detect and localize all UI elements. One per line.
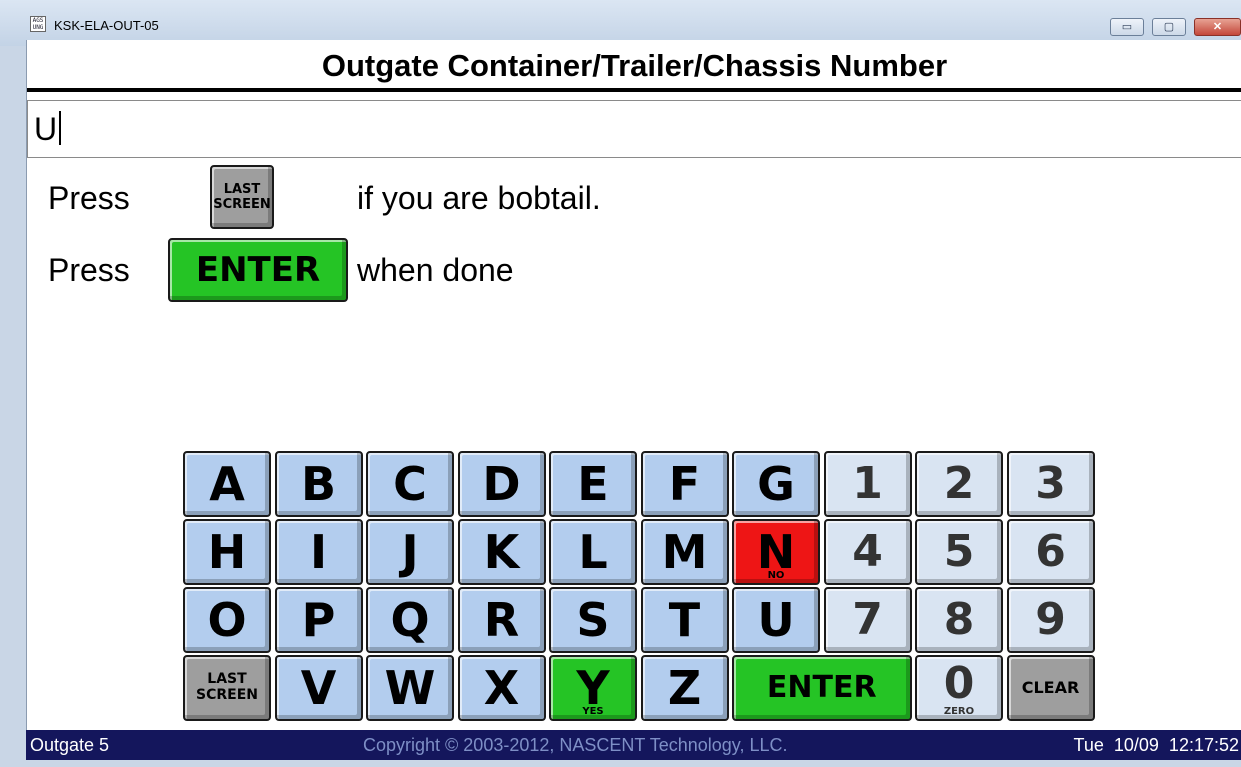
key-t-button[interactable]: T xyxy=(640,587,729,653)
key-n-button[interactable]: N NO xyxy=(732,519,820,585)
key-2-button[interactable]: 2 xyxy=(915,451,1003,517)
key-o-button[interactable]: O xyxy=(183,587,271,653)
key-j-button[interactable]: J xyxy=(366,519,454,585)
key-r-button[interactable]: R xyxy=(457,587,546,653)
key-f-button[interactable]: F xyxy=(640,451,729,517)
maximize-button[interactable]: ▢ xyxy=(1152,18,1186,36)
gate-name: Outgate 5 xyxy=(30,735,110,755)
minimize-icon: ▭ xyxy=(1121,21,1133,33)
instruction-press-2: Press xyxy=(48,252,130,288)
key-z-button[interactable]: Z xyxy=(640,655,729,721)
key-y-button[interactable]: Y YES xyxy=(549,655,637,721)
key-g-button[interactable]: G xyxy=(732,451,820,517)
key-m-button[interactable]: M xyxy=(640,519,729,585)
key-c-button[interactable]: C xyxy=(366,451,454,517)
copyright-text: Copyright © 2003-2012, NASCENT Technolog… xyxy=(363,735,788,755)
maximize-icon: ▢ xyxy=(1163,21,1175,33)
key-h-button[interactable]: H xyxy=(183,519,271,585)
key-1-button[interactable]: 1 xyxy=(823,451,912,517)
key-sub-label: NO xyxy=(767,570,785,581)
key-3-button[interactable]: 3 xyxy=(1006,451,1095,517)
instruction-done-text: when done xyxy=(357,252,514,288)
key-7-button[interactable]: 7 xyxy=(823,587,912,653)
window-title: KSK-ELA-OUT-05 xyxy=(54,18,159,33)
kiosk-screen: Outgate Container/Trailer/Chassis Number… xyxy=(26,40,1241,730)
key-last-screen-button[interactable]: LAST SCREEN xyxy=(183,655,271,721)
kiosk-window: AGS UNG KSK-ELA-OUT-05 ▭ ▢ ✕ Outgate Cont… xyxy=(0,0,1241,767)
key-u-button[interactable]: U xyxy=(732,587,820,653)
key-clear-button[interactable]: CLEAR xyxy=(1006,655,1095,721)
instruction-enter-key: ENTER xyxy=(168,238,348,302)
key-e-button[interactable]: E xyxy=(549,451,637,517)
input-value: U xyxy=(34,109,62,149)
page-title: Outgate Container/Trailer/Chassis Number xyxy=(321,48,948,83)
instruction-bobtail-text: if you are bobtail. xyxy=(357,180,601,216)
key-6-button[interactable]: 6 xyxy=(1006,519,1095,585)
key-p-button[interactable]: P xyxy=(274,587,363,653)
key-b-button[interactable]: B xyxy=(274,451,363,517)
datetime: Tue 10/09 12:17:52 xyxy=(1073,735,1239,755)
key-5-button[interactable]: 5 xyxy=(915,519,1003,585)
close-button[interactable]: ✕ xyxy=(1194,18,1241,36)
key-q-button[interactable]: Q xyxy=(366,587,454,653)
key-i-button[interactable]: I xyxy=(274,519,363,585)
title-divider xyxy=(27,88,1241,92)
key-k-button[interactable]: K xyxy=(457,519,546,585)
key-v-button[interactable]: V xyxy=(274,655,363,721)
key-enter-button[interactable]: ENTER xyxy=(732,655,912,721)
key-8-button[interactable]: 8 xyxy=(915,587,1003,653)
text-caret xyxy=(59,111,62,145)
window-bottom-border xyxy=(0,760,1241,767)
key-w-button[interactable]: W xyxy=(366,655,454,721)
status-bar: Outgate 5 Copyright © 2003-2012, NASCENT… xyxy=(26,730,1241,760)
key-l-button[interactable]: L xyxy=(549,519,637,585)
container-number-input[interactable]: U xyxy=(27,100,1241,158)
close-icon: ✕ xyxy=(1212,21,1223,33)
instruction-press-1: Press xyxy=(48,180,130,216)
key-0-button[interactable]: 0 ZERO xyxy=(915,655,1003,721)
key-9-button[interactable]: 9 xyxy=(1006,587,1095,653)
key-4-button[interactable]: 4 xyxy=(823,519,912,585)
app-icon: AGS UNG xyxy=(30,16,46,32)
key-sub-label: YES xyxy=(582,706,604,717)
key-sub-label: ZERO xyxy=(943,706,975,717)
key-s-button[interactable]: S xyxy=(549,587,637,653)
minimize-button[interactable]: ▭ xyxy=(1110,18,1144,36)
key-a-button[interactable]: A xyxy=(183,451,271,517)
key-x-button[interactable]: X xyxy=(457,655,546,721)
key-d-button[interactable]: D xyxy=(457,451,546,517)
instruction-last-screen-key: LAST SCREEN xyxy=(210,165,274,229)
